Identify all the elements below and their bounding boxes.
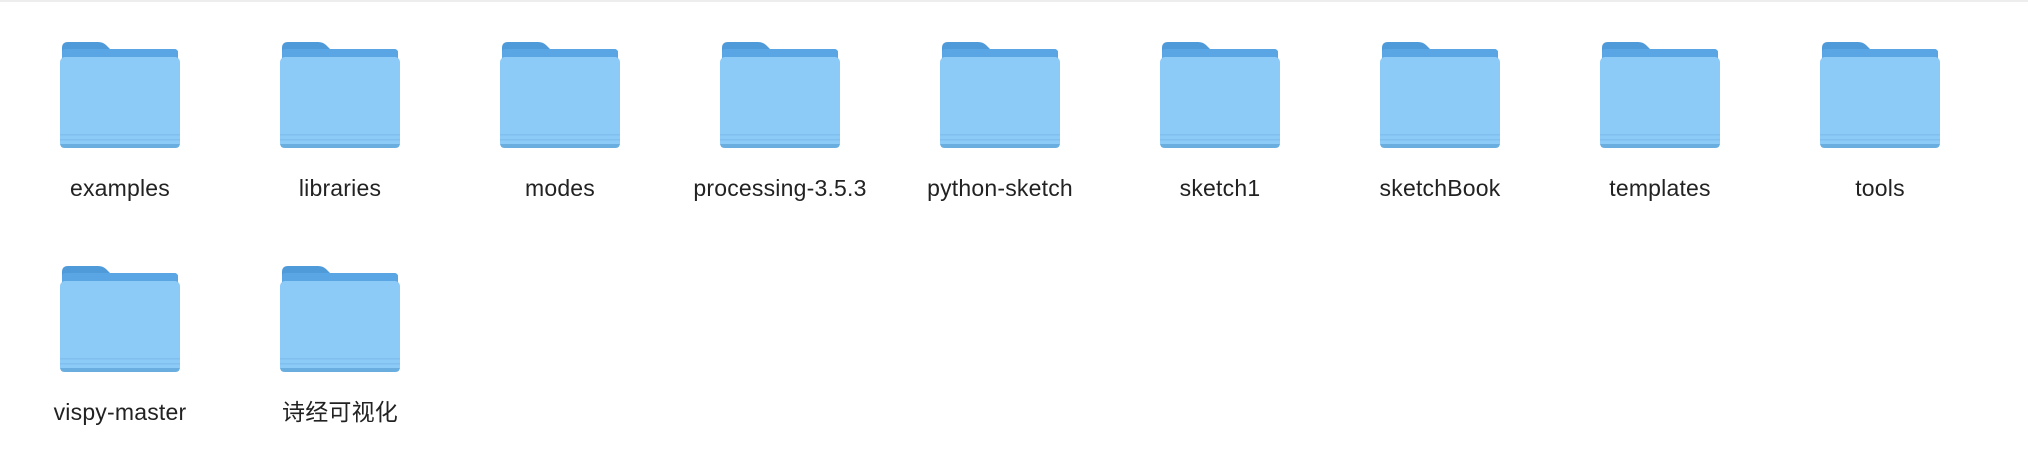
folder-label: processing-3.5.3 (693, 175, 867, 201)
folder-label: vispy-master (53, 399, 187, 425)
folder-icon (1598, 40, 1722, 152)
folder-label: sketchBook (1379, 175, 1501, 201)
folder-item-4[interactable]: python-sketch (890, 40, 1110, 264)
folder-label: examples (69, 175, 171, 201)
folder-icon (1818, 40, 1942, 152)
folder-item-2[interactable]: modes (450, 40, 670, 264)
folder-icon (938, 40, 1062, 152)
folder-label: libraries (298, 175, 382, 201)
folder-item-7[interactable]: templates (1550, 40, 1770, 264)
folder-item-9[interactable]: vispy-master (10, 264, 230, 468)
folder-item-10[interactable]: 诗经可视化 (230, 264, 450, 468)
folder-icon (278, 264, 402, 376)
folder-item-3[interactable]: processing-3.5.3 (670, 40, 890, 264)
folder-label: modes (524, 175, 596, 201)
folder-label: tools (1855, 175, 1905, 201)
folder-icon (278, 40, 402, 152)
folder-icon (1378, 40, 1502, 152)
folder-icon-grid: examples libraries modes processing-3.5.… (10, 40, 2020, 468)
folder-label: python-sketch (927, 175, 1073, 201)
folder-icon (58, 264, 182, 376)
folder-icon (498, 40, 622, 152)
folder-icon (1158, 40, 1282, 152)
folder-label: 诗经可视化 (282, 399, 398, 425)
folder-label: sketch1 (1179, 175, 1261, 201)
finder-window: examples libraries modes processing-3.5.… (0, 0, 2028, 468)
folder-item-5[interactable]: sketch1 (1110, 40, 1330, 264)
folder-item-1[interactable]: libraries (230, 40, 450, 264)
window-top-divider (0, 0, 2028, 2)
folder-icon (58, 40, 182, 152)
folder-item-6[interactable]: sketchBook (1330, 40, 1550, 264)
folder-icon (718, 40, 842, 152)
folder-item-0[interactable]: examples (10, 40, 230, 264)
folder-label: templates (1609, 175, 1711, 201)
folder-item-8[interactable]: tools (1770, 40, 1990, 264)
